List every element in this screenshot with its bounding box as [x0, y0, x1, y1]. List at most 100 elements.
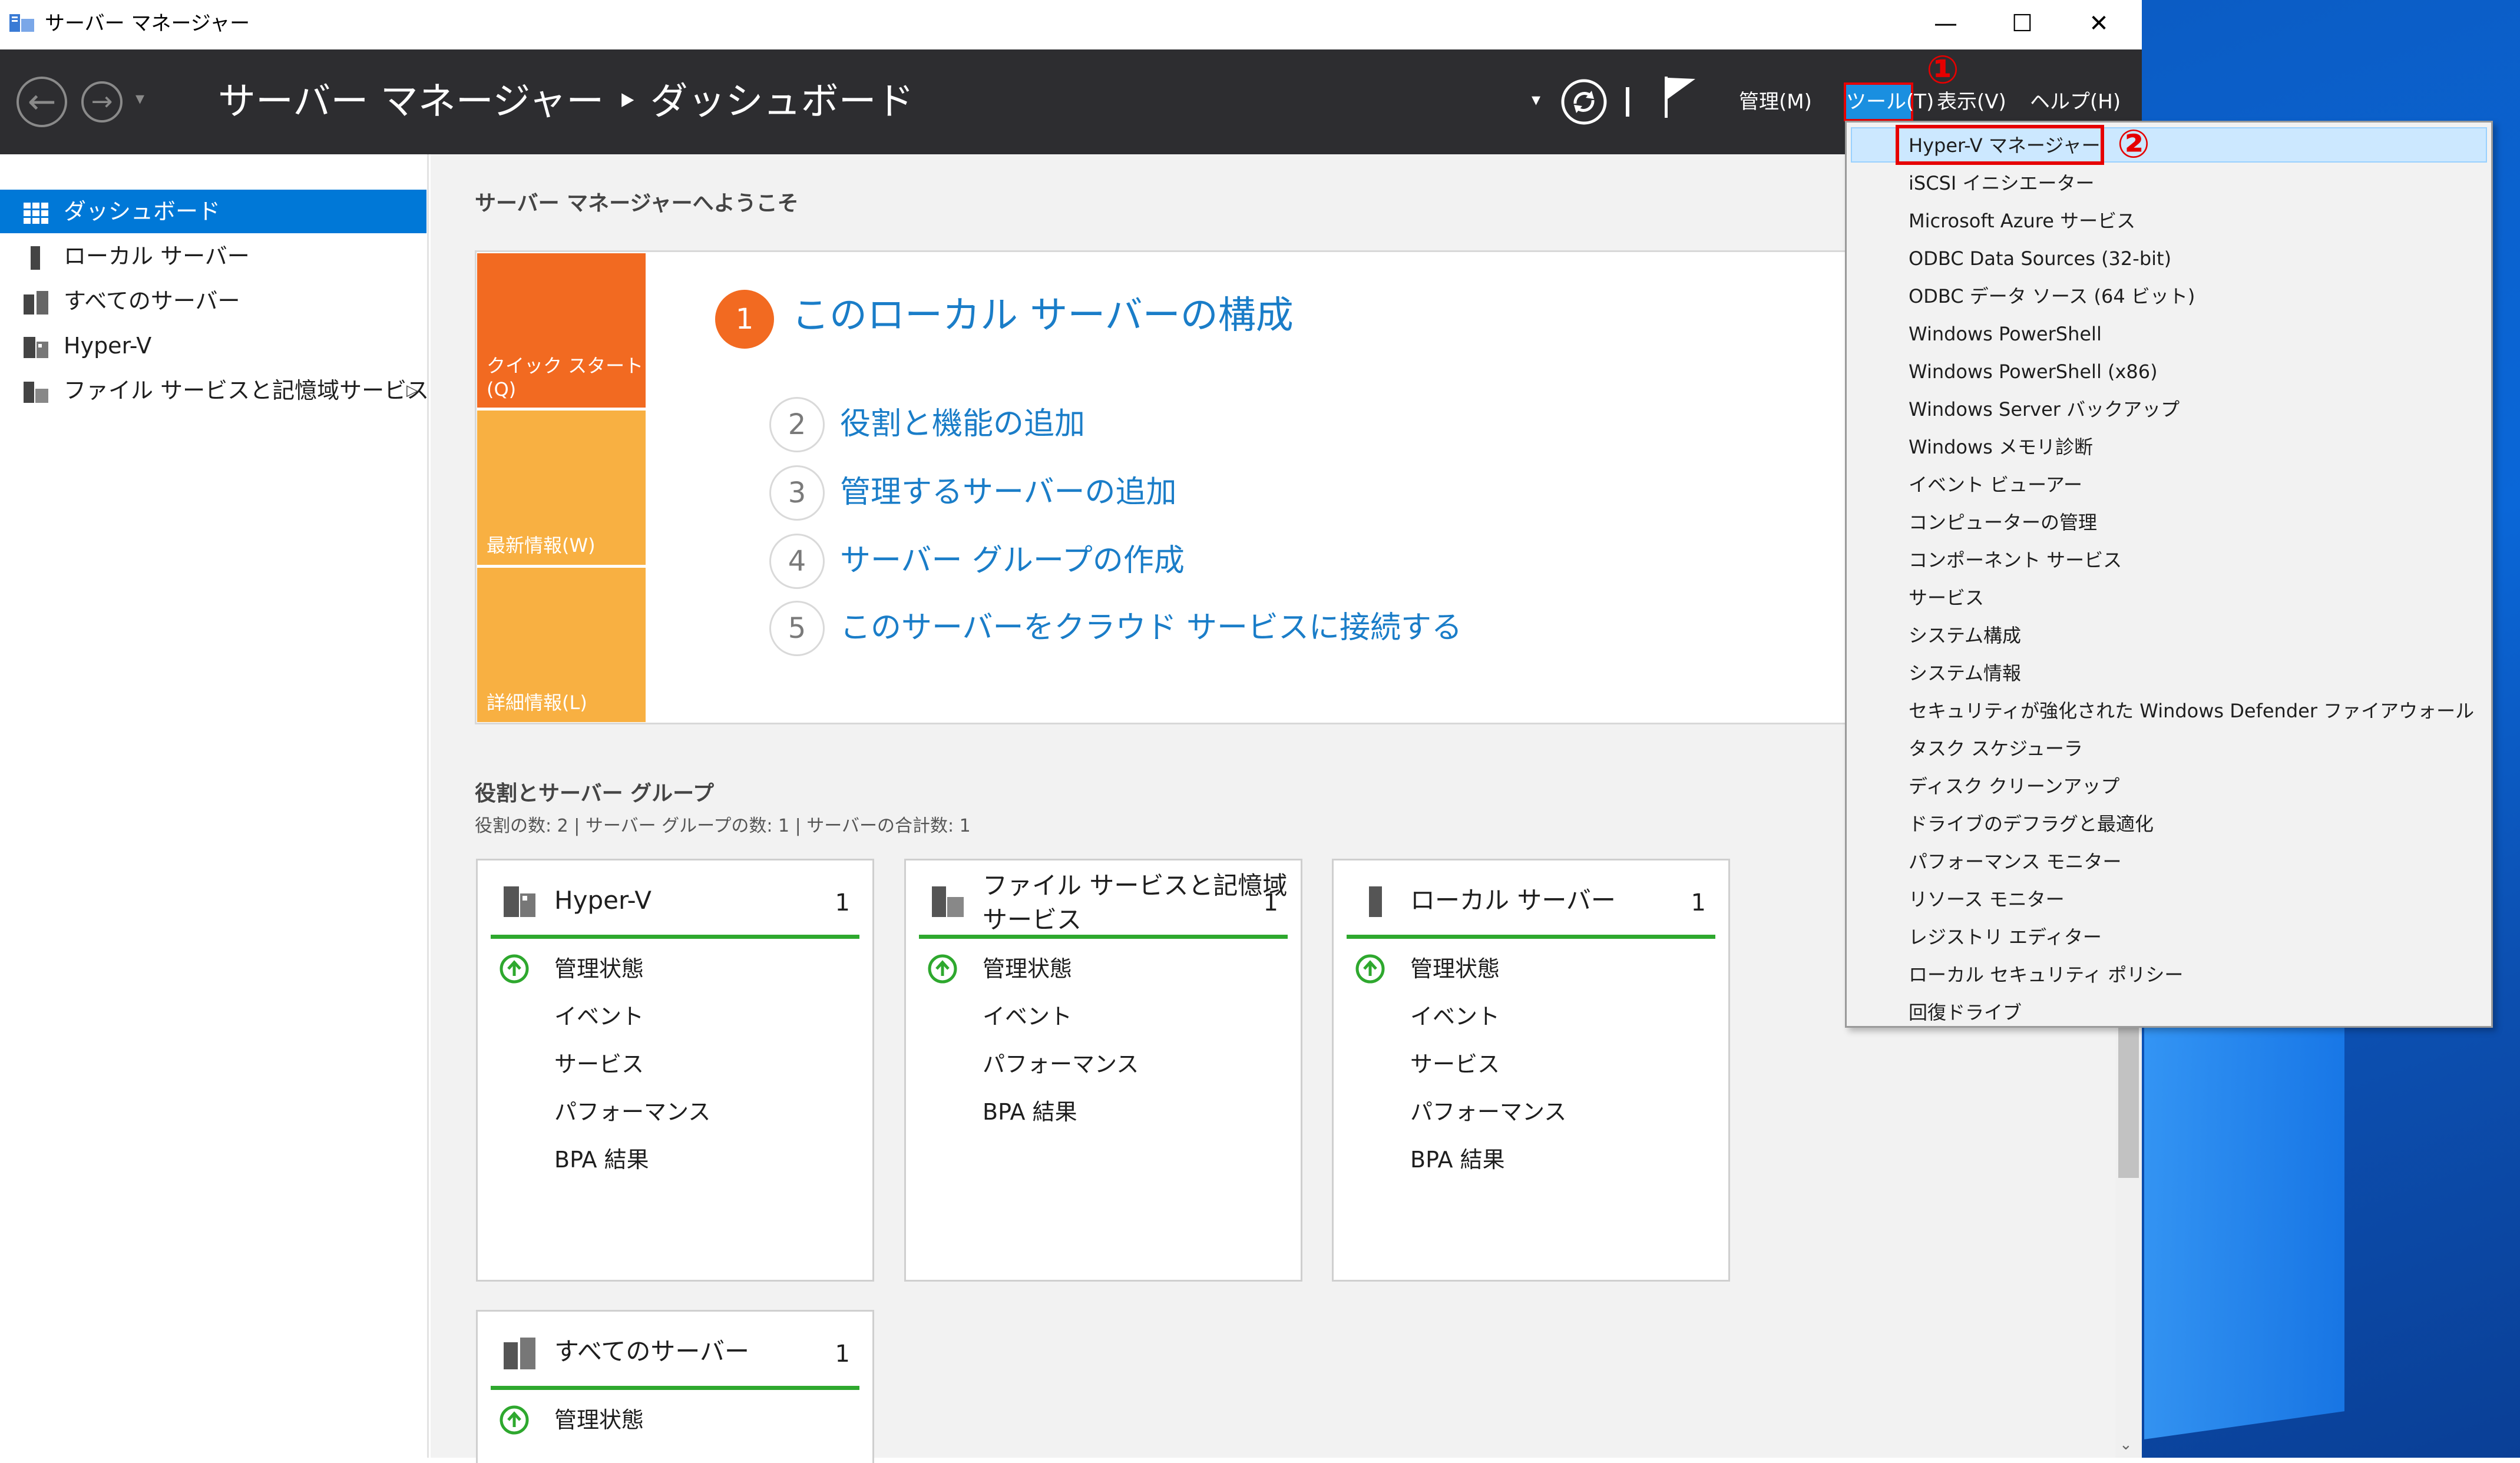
menu-item-disk-cleanup[interactable]: ディスク クリーンアップ [1909, 767, 2119, 805]
card-row-manageability[interactable]: 管理状態 [983, 951, 1072, 987]
menu-item-powershell[interactable]: Windows PowerShell [1909, 315, 2102, 353]
tile-whats-new[interactable]: 最新情報(W) [477, 411, 646, 565]
card-count: 1 [835, 889, 850, 916]
step-link-connect-cloud[interactable]: このサーバーをクラウド サービスに接続する [840, 604, 1462, 651]
file-storage-icon [24, 382, 48, 403]
tile-label: 詳細情報(L) [487, 691, 587, 714]
status-bar [919, 935, 1288, 939]
scrollbar-thumb[interactable] [2118, 1013, 2139, 1178]
menu-item-computer-management[interactable]: コンピューターの管理 [1909, 504, 2097, 541]
status-bar [491, 1386, 859, 1390]
annotation-highlight-box [1896, 125, 2104, 165]
refresh-icon[interactable] [1560, 78, 1608, 126]
servers-icon [24, 291, 48, 315]
menu-item-resource-monitor[interactable]: リソース モニター [1909, 881, 2065, 918]
servers-icon [504, 1338, 535, 1369]
tile-label: 最新情報(W) [487, 534, 596, 557]
menu-item-recovery-drive[interactable]: 回復ドライブ [1909, 994, 2022, 1031]
manage-menu[interactable]: 管理(M) [1739, 87, 1812, 117]
close-button[interactable]: ✕ [2061, 0, 2137, 47]
menu-item-memory-diagnostic[interactable]: Windows メモリ診断 [1909, 428, 2093, 466]
flag-icon[interactable] [1662, 74, 1700, 120]
card-title[interactable]: Hyper-V [554, 883, 652, 918]
menu-item-services[interactable]: サービス [1909, 579, 1984, 617]
separator [1626, 87, 1629, 117]
status-bar [491, 935, 859, 939]
sidebar-item-dashboard[interactable]: ダッシュボード [0, 190, 426, 233]
status-ok-icon [1355, 954, 1385, 984]
menu-item-azure-services[interactable]: Microsoft Azure サービス [1909, 202, 2135, 240]
card-row-events[interactable]: イベント [1410, 999, 1500, 1034]
welcome-heading: サーバー マネージャーへようこそ [475, 191, 799, 216]
expand-arrow-icon[interactable]: ▷ [406, 369, 418, 412]
card-title[interactable]: ファイル サービスと記憶域 サービス [983, 869, 1287, 937]
menu-item-task-scheduler[interactable]: タスク スケジューラ [1909, 730, 2083, 767]
card-row-bpa[interactable]: BPA 結果 [1410, 1142, 1505, 1177]
card-title[interactable]: すべてのサーバー [554, 1334, 749, 1369]
tile-quick-start[interactable]: クイック スタート(Q) [477, 253, 646, 408]
role-card-file-storage-services[interactable]: ファイル サービスと記憶域 サービス 1 管理状態 イベント パフォーマンス B… [904, 859, 1302, 1282]
card-count: 1 [1263, 889, 1278, 916]
sidebar-item-local-server[interactable]: ローカル サーバー [0, 234, 426, 278]
sidebar-item-label: ローカル サーバー [64, 243, 250, 269]
menu-item-system-information[interactable]: システム情報 [1909, 654, 2021, 692]
tools-menu[interactable]: ツール(T) [1844, 82, 1934, 121]
forward-arrow-icon[interactable]: → [81, 81, 123, 123]
maximize-button[interactable]: ☐ [1984, 0, 2061, 47]
menu-item-defragment[interactable]: ドライブのデフラグと最適化 [1909, 805, 2154, 843]
back-arrow-icon[interactable]: ← [16, 77, 67, 127]
menu-item-server-backup[interactable]: Windows Server バックアップ [1909, 390, 2180, 428]
sidebar-item-file-storage-services[interactable]: ファイル サービスと記憶域サービス ▷ [0, 369, 429, 412]
menu-item-iscsi-initiator[interactable]: iSCSI イニシエーター [1909, 164, 2094, 202]
menu-item-event-viewer[interactable]: イベント ビューアー [1909, 466, 2082, 504]
sidebar-item-all-servers[interactable]: すべてのサーバー [0, 279, 426, 323]
tile-learn-more[interactable]: 詳細情報(L) [477, 568, 646, 722]
card-row-manageability[interactable]: 管理状態 [554, 951, 644, 987]
status-ok-icon [500, 954, 529, 984]
step-number: 5 [769, 601, 825, 656]
card-row-bpa[interactable]: BPA 結果 [554, 1142, 649, 1177]
step-link-add-roles[interactable]: 役割と機能の追加 [840, 400, 1085, 448]
step-number: 2 [769, 397, 825, 452]
role-card-all-servers[interactable]: すべてのサーバー 1 管理状態 [476, 1310, 874, 1463]
card-row-performance[interactable]: パフォーマンス [983, 1047, 1139, 1082]
role-card-hyper-v[interactable]: Hyper-V 1 管理状態 イベント サービス パフォーマンス BPA 結果 [476, 859, 874, 1282]
menu-item-odbc-32[interactable]: ODBC Data Sources (32-bit) [1909, 240, 2171, 277]
step-link-configure-local-server[interactable]: このローカル サーバーの構成 [792, 292, 1294, 339]
notifications-dropdown-icon[interactable]: ▾ [1532, 90, 1540, 110]
menu-item-defender-firewall[interactable]: セキュリティが強化された Windows Defender ファイアウォール [1909, 692, 2474, 730]
card-row-events[interactable]: イベント [983, 999, 1072, 1034]
card-row-events[interactable]: イベント [554, 999, 644, 1034]
menu-item-registry-editor[interactable]: レジストリ エディター [1909, 918, 2102, 956]
menu-item-system-configuration[interactable]: システム構成 [1909, 617, 2021, 654]
dashboard-icon [24, 203, 48, 224]
step-link-create-group[interactable]: サーバー グループの作成 [840, 537, 1185, 584]
step-number: 1 [715, 290, 774, 349]
card-row-performance[interactable]: パフォーマンス [1410, 1094, 1566, 1130]
scroll-down-arrow-icon[interactable]: ⌄ [2119, 1436, 2132, 1454]
role-card-local-server[interactable]: ローカル サーバー 1 管理状態 イベント サービス パフォーマンス BPA 結… [1332, 859, 1730, 1282]
sidebar-item-hyper-v[interactable]: Hyper-V [0, 324, 426, 368]
help-menu[interactable]: ヘルプ(H) [2030, 87, 2121, 117]
title-bar: サーバー マネージャー — ☐ ✕ [0, 0, 2142, 49]
card-count: 1 [1691, 889, 1706, 916]
step-link-add-servers[interactable]: 管理するサーバーの追加 [840, 469, 1176, 516]
breadcrumb: サーバー マネージャー ‣ ダッシュボード [218, 80, 914, 124]
menu-item-local-security-policy[interactable]: ローカル セキュリティ ポリシー [1909, 956, 2183, 994]
step-number: 3 [769, 465, 825, 521]
card-title[interactable]: ローカル サーバー [1410, 883, 1616, 918]
server-manager-app-icon [9, 14, 34, 32]
menu-item-odbc-64[interactable]: ODBC データ ソース (64 ビット) [1909, 277, 2195, 315]
minimize-button[interactable]: — [1907, 0, 1984, 47]
history-dropdown-icon[interactable]: ▾ [135, 88, 144, 109]
card-row-services[interactable]: サービス [1410, 1047, 1500, 1082]
card-row-services[interactable]: サービス [554, 1047, 644, 1082]
card-row-bpa[interactable]: BPA 結果 [983, 1094, 1077, 1130]
card-row-manageability[interactable]: 管理状態 [1410, 951, 1500, 987]
menu-item-component-services[interactable]: コンポーネント サービス [1909, 541, 2122, 579]
menu-item-performance-monitor[interactable]: パフォーマンス モニター [1909, 843, 2122, 881]
annotation-step-1: ① [1926, 47, 1959, 92]
card-row-performance[interactable]: パフォーマンス [554, 1094, 710, 1130]
card-row-manageability[interactable]: 管理状態 [554, 1402, 644, 1438]
menu-item-powershell-x86[interactable]: Windows PowerShell (x86) [1909, 353, 2158, 390]
